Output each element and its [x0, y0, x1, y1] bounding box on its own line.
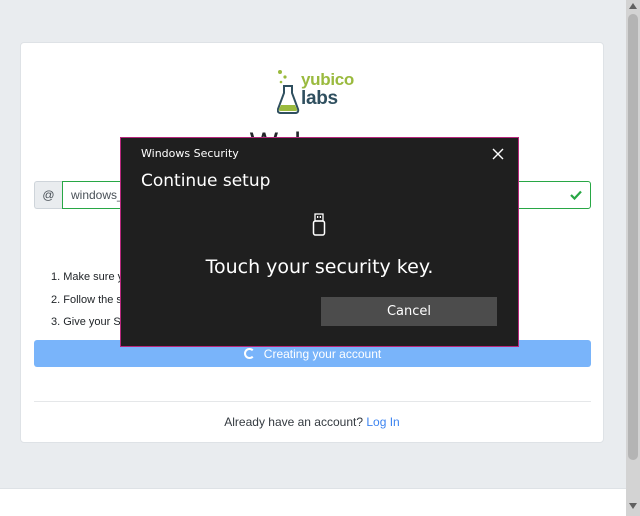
- divider: [34, 401, 591, 402]
- logo-text-yubico: yubico: [301, 70, 354, 89]
- scroll-down-icon[interactable]: [629, 503, 637, 509]
- login-prompt: Already have an account? Log In: [21, 415, 603, 429]
- creating-account-label: Creating your account: [263, 346, 382, 361]
- scroll-up-icon[interactable]: [629, 3, 637, 9]
- windows-security-dialog: Windows Security Continue setup Touch yo…: [120, 137, 519, 347]
- spinner-icon: [243, 348, 255, 359]
- logo-text-labs: labs: [301, 88, 338, 109]
- dialog-title: Windows Security: [141, 147, 239, 160]
- page-footer: [0, 488, 626, 516]
- flask-icon: [277, 70, 300, 114]
- scroll-thumb[interactable]: [628, 14, 638, 460]
- dialog-heading: Continue setup: [141, 171, 271, 191]
- cancel-button[interactable]: Cancel: [321, 297, 497, 326]
- instruction-list: 1. Make sure y 2. Follow the s 3. Give y…: [51, 269, 127, 337]
- close-icon[interactable]: [490, 146, 506, 162]
- at-prefix: @: [34, 181, 62, 209]
- yubico-labs-logo: yubico labs: [277, 69, 354, 115]
- dialog-message: Touch your security key.: [205, 256, 434, 278]
- checkmark-icon: [570, 190, 582, 201]
- username-value: windows_: [71, 188, 124, 202]
- vertical-scrollbar[interactable]: [626, 0, 640, 516]
- instruction-step: 3. Give your Se: [51, 316, 127, 328]
- login-link[interactable]: Log In: [366, 415, 399, 429]
- usb-key-icon: [312, 213, 326, 236]
- instruction-step: 1. Make sure y: [51, 271, 124, 283]
- login-prompt-text: Already have an account?: [224, 415, 364, 429]
- instruction-step: 2. Follow the s: [51, 293, 122, 306]
